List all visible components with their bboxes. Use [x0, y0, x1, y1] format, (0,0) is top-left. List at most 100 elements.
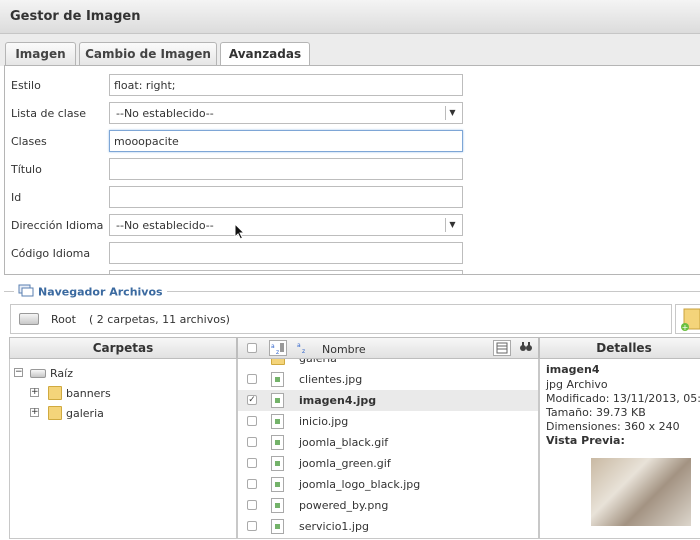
tab-cambio-de-imagen[interactable]: Cambio de Imagen: [79, 42, 217, 67]
browser-legend: Navegador Archivos: [14, 283, 167, 299]
list-item[interactable]: powered_by.png: [238, 495, 538, 516]
file-checkbox[interactable]: [247, 458, 257, 468]
svg-text:z: z: [276, 349, 279, 355]
list-item[interactable]: joomla_green.gif: [238, 453, 538, 474]
folder-tree: − Raíz + banners + galeria: [9, 359, 237, 539]
image-file-icon: [271, 477, 284, 492]
path-count: ( 2 carpetas, 11 archivos): [89, 313, 230, 326]
chevron-down-icon[interactable]: ▼: [445, 106, 459, 120]
file-name: joomla_green.gif: [299, 457, 391, 470]
file-name: imagen4.jpg: [299, 394, 377, 407]
expand-icon[interactable]: +: [30, 408, 39, 417]
detail-name: imagen4: [546, 363, 600, 376]
list-item[interactable]: servicio1.jpg: [238, 516, 538, 537]
image-file-icon: [271, 435, 284, 450]
estilo-label: Estilo: [11, 79, 41, 92]
direccion-value: --No establecido--: [116, 219, 214, 232]
mouse-cursor-icon: [234, 222, 246, 244]
svg-text:+: +: [682, 323, 689, 332]
file-list: galeria clientes.jpg ✓ imagen4.jpg inici…: [237, 359, 539, 539]
preview-thumbnail: [591, 458, 691, 526]
path-bar: Root ( 2 carpetas, 11 archivos): [10, 304, 672, 334]
titulo-label: Título: [11, 163, 42, 176]
file-name: joomla_black.gif: [299, 436, 389, 449]
image-file-icon: [271, 372, 284, 387]
tab-imagen[interactable]: Imagen: [5, 42, 76, 67]
clases-label: Clases: [11, 135, 47, 148]
details-panel: imagen4 jpg Archivo Modificado: 13/11/20…: [539, 359, 700, 539]
direccion-label: Dirección Idioma: [11, 219, 104, 232]
file-checkbox-checked[interactable]: ✓: [247, 395, 257, 405]
search-icon[interactable]: [518, 340, 536, 356]
file-checkbox[interactable]: [247, 500, 257, 510]
id-input[interactable]: [109, 186, 463, 208]
direccion-select[interactable]: --No establecido-- ▼: [109, 214, 463, 236]
advanced-panel: Estilo float: right; Lista de clase --No…: [4, 65, 700, 275]
detail-size: Tamaño: 39.73 KB: [546, 406, 646, 419]
window-title: Gestor de Imagen: [10, 9, 141, 24]
new-folder-icon: +: [681, 308, 700, 332]
list-item[interactable]: joomla_black.gif: [238, 432, 538, 453]
codigo-label: Código Idioma: [11, 247, 91, 260]
file-name: galeria: [299, 359, 337, 365]
row-titulo: Título: [11, 158, 471, 180]
tree-item-banners[interactable]: + banners: [10, 385, 230, 403]
select-all-checkbox[interactable]: [247, 343, 257, 353]
list-item[interactable]: inicio.jpg: [238, 411, 538, 432]
svg-text:z: z: [302, 348, 305, 354]
lista-clase-value: --No establecido--: [116, 107, 214, 120]
lista-clase-select[interactable]: --No establecido-- ▼: [109, 102, 463, 124]
file-checkbox[interactable]: [247, 479, 257, 489]
file-name: clientes.jpg: [299, 373, 363, 386]
list-item-galeria[interactable]: galeria: [238, 359, 538, 369]
detail-modified: Modificado: 13/11/2013, 05:11: [546, 392, 700, 405]
detail-preview-label: Vista Previa:: [546, 434, 625, 447]
titulo-input[interactable]: [109, 158, 463, 180]
estilo-input[interactable]: float: right;: [109, 74, 463, 96]
file-browser: Root ( 2 carpetas, 11 archivos) + Carpet…: [6, 300, 700, 540]
new-folder-button[interactable]: +: [675, 304, 700, 334]
tree-item-galeria[interactable]: + galeria: [10, 405, 230, 423]
tree-root-label: Raíz: [50, 367, 73, 380]
name-column-label[interactable]: Nombre: [322, 340, 366, 360]
tree-item-label: banners: [66, 387, 111, 400]
folders-header: Carpetas: [9, 337, 237, 359]
row-id: Id: [11, 186, 471, 208]
lista-clase-label: Lista de clase: [11, 107, 87, 120]
chevron-down-icon[interactable]: ▼: [445, 218, 459, 232]
svg-text:a: a: [297, 342, 301, 349]
file-checkbox[interactable]: [247, 437, 257, 447]
view-details-icon[interactable]: [493, 340, 511, 356]
image-file-icon: [271, 456, 284, 471]
svg-text:a: a: [271, 343, 275, 350]
row-partial: [11, 270, 471, 274]
sort-name-icon[interactable]: az: [296, 340, 314, 356]
file-checkbox[interactable]: [247, 521, 257, 531]
collapse-icon[interactable]: −: [14, 368, 23, 377]
detail-type: jpg Archivo: [546, 378, 608, 391]
row-lista-clase: Lista de clase --No establecido-- ▼: [11, 102, 471, 124]
row-estilo: Estilo float: right;: [11, 74, 471, 96]
folder-icon: [271, 359, 285, 365]
folder-icon: [48, 406, 62, 420]
window-titlebar: Gestor de Imagen: [0, 0, 700, 34]
row-codigo: Código Idioma: [11, 242, 471, 264]
tree-root[interactable]: − Raíz: [10, 365, 230, 383]
clases-input[interactable]: mooopacite: [109, 130, 463, 152]
list-item[interactable]: joomla_logo_black.jpg: [238, 474, 538, 495]
sort-type-icon[interactable]: az: [269, 340, 287, 356]
list-item[interactable]: clientes.jpg: [238, 369, 538, 390]
file-checkbox[interactable]: [247, 416, 257, 426]
partial-input[interactable]: [109, 270, 463, 274]
id-label: Id: [11, 191, 22, 204]
path-root[interactable]: Root: [51, 313, 76, 326]
row-clases: Clases mooopacite: [11, 130, 471, 152]
list-item-selected[interactable]: ✓ imagen4.jpg: [238, 390, 538, 411]
file-name: servicio1.jpg: [299, 520, 369, 533]
image-file-icon: [271, 414, 284, 429]
file-checkbox[interactable]: [247, 374, 257, 384]
expand-icon[interactable]: +: [30, 388, 39, 397]
codigo-input[interactable]: [109, 242, 463, 264]
file-name: powered_by.png: [299, 499, 389, 512]
file-name: inicio.jpg: [299, 415, 349, 428]
